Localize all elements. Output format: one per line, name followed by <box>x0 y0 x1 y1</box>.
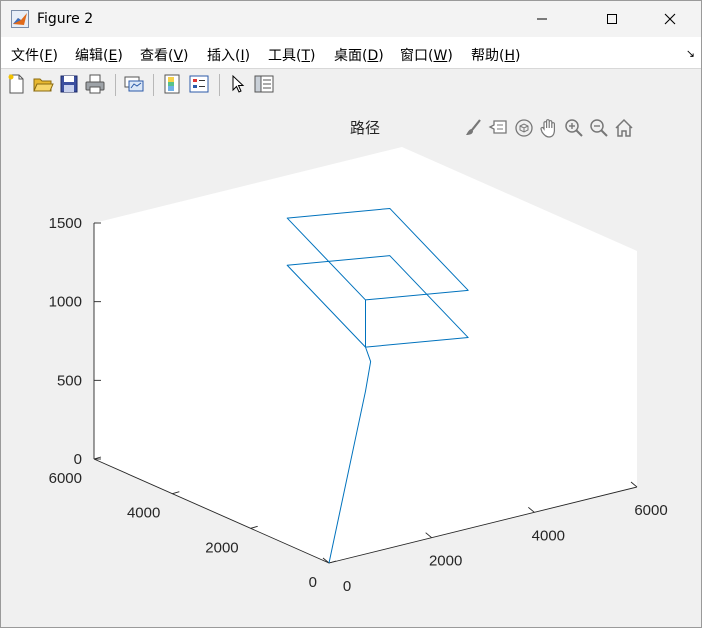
save-icon[interactable] <box>58 73 80 95</box>
menu-view[interactable]: 查看(V) <box>140 45 189 65</box>
menu-window[interactable]: 窗口(W) <box>400 45 453 65</box>
open-file-icon[interactable] <box>32 73 54 95</box>
x-tick-label: 6000 <box>634 502 667 519</box>
maximize-button[interactable] <box>589 1 635 37</box>
y-tick-label: 6000 <box>49 470 82 487</box>
zoom-in-icon[interactable] <box>563 117 585 139</box>
menu-tools[interactable]: 工具(T) <box>268 45 316 65</box>
zoom-out-icon[interactable] <box>588 117 610 139</box>
z-tick-label: 1000 <box>49 294 82 311</box>
matlab-icon <box>11 10 29 28</box>
new-figure-icon[interactable] <box>6 73 28 95</box>
y-tick-label: 2000 <box>205 539 238 556</box>
x-tick-label: 4000 <box>532 527 565 544</box>
data-tips-icon[interactable] <box>488 117 510 139</box>
maximize-icon <box>606 13 618 25</box>
insert-colorbar-icon[interactable] <box>161 73 183 95</box>
minimize-button[interactable] <box>519 1 565 37</box>
z-tick-label: 0 <box>74 451 82 468</box>
close-button[interactable] <box>647 1 693 37</box>
pan-icon[interactable] <box>538 117 560 139</box>
rotate-3d-icon[interactable] <box>513 117 535 139</box>
close-icon <box>664 13 676 25</box>
link-plot-icon[interactable] <box>123 73 145 95</box>
figure-window: Figure 2 文件(F) 编辑(E) 查看(V) 插入(I) 工具(T) 桌… <box>0 0 702 628</box>
z-tick-label: 500 <box>57 372 82 389</box>
edit-plot-icon[interactable] <box>226 73 248 95</box>
chart-title: 路径 <box>350 119 380 137</box>
toolbar-separator <box>153 74 154 96</box>
insert-legend-icon[interactable] <box>188 73 210 95</box>
y-tick-label: 0 <box>309 574 317 591</box>
x-tick-label: 2000 <box>429 553 462 570</box>
toolbar-separator <box>219 74 220 96</box>
figure-toolbar <box>1 68 701 101</box>
menu-help[interactable]: 帮助(H) <box>471 45 520 65</box>
menu-overflow-icon[interactable]: ↘ <box>686 47 695 60</box>
y-tick-label: 4000 <box>127 505 160 522</box>
menu-desktop[interactable]: 桌面(D) <box>334 45 384 65</box>
window-title: Figure 2 <box>37 11 94 27</box>
figure-canvas: 0 2000 4000 6000 0 2000 4000 6000 0 500 1000 1500 路径 <box>1 100 701 627</box>
title-bar[interactable]: Figure 2 <box>1 1 701 37</box>
brush-icon[interactable] <box>463 117 485 139</box>
toolbar-separator <box>115 74 116 96</box>
print-icon[interactable] <box>84 73 106 95</box>
menu-file[interactable]: 文件(F) <box>11 45 58 65</box>
menu-bar: 文件(F) 编辑(E) 查看(V) 插入(I) 工具(T) 桌面(D) 窗口(W… <box>1 37 701 68</box>
home-icon[interactable] <box>613 117 635 139</box>
z-tick-label: 1500 <box>49 215 82 232</box>
property-inspector-icon[interactable] <box>253 73 275 95</box>
x-tick-label: 0 <box>343 578 351 595</box>
minimize-icon <box>536 13 548 25</box>
plot-axes[interactable]: 0 2000 4000 6000 0 2000 4000 6000 0 500 1000 1500 路径 <box>1 100 701 627</box>
menu-insert[interactable]: 插入(I) <box>207 45 250 65</box>
menu-edit[interactable]: 编辑(E) <box>75 45 123 65</box>
axes-box-background <box>94 147 637 563</box>
